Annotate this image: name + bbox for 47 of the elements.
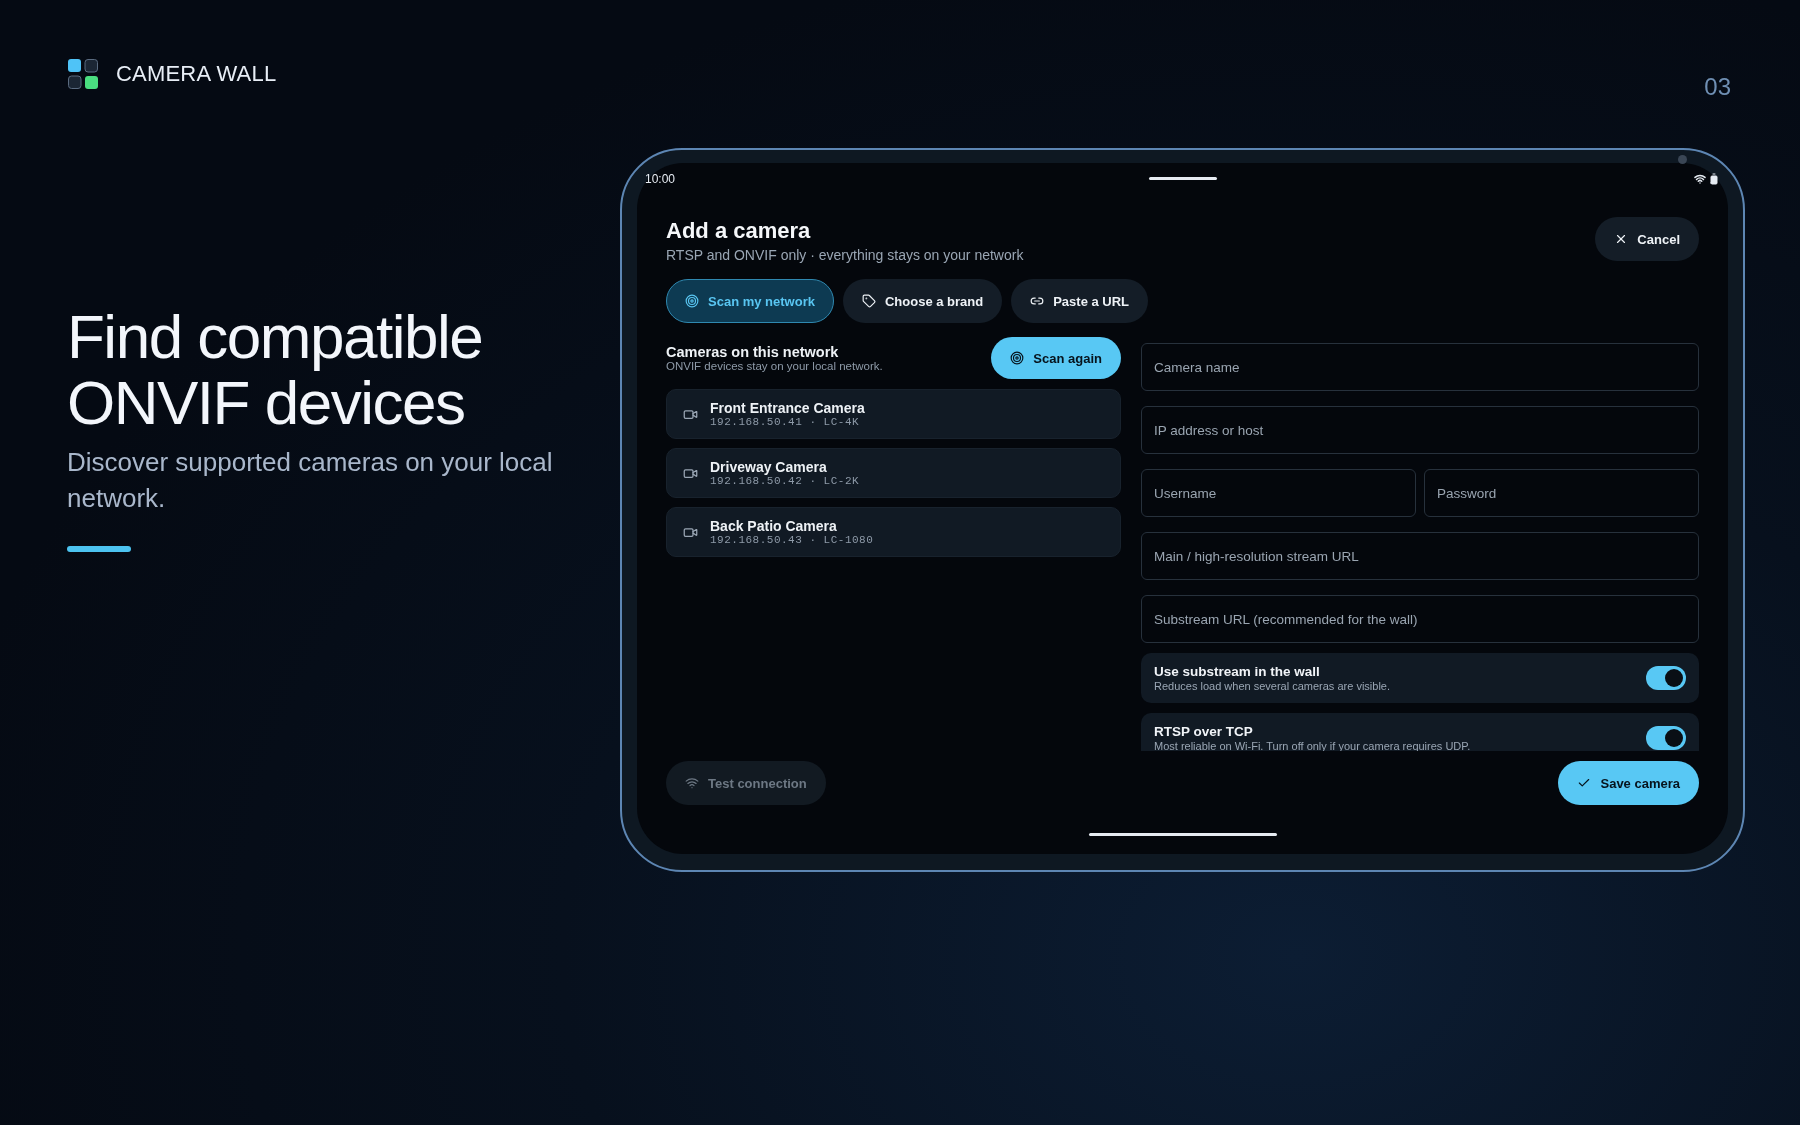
section-title: Cameras on this network [666,344,840,360]
tag-icon [861,294,876,308]
camera-name: Back Patio Camera [710,518,838,534]
page-number: 03 [1704,73,1731,101]
text-field[interactable]: Username [1141,469,1416,517]
scan-again-button[interactable]: Scan again [991,337,1121,379]
camera-list-item[interactable]: Back Patio Camera 192.168.50.43 · LC-1080 [666,507,1121,557]
dialog-title: Add a camera [666,217,812,245]
hero-subtitle: Discover supported cameras on your local network. [67,446,554,515]
wifi-icon [1694,173,1706,185]
hero-title: Find compatible ONVIF devices [67,304,484,436]
dialog-subtitle: RTSP and ONVIF only · everything stays on your network [666,247,1024,263]
save-camera-button[interactable]: Save camera [1558,761,1699,805]
mode-tab[interactable]: Scan my network [666,279,834,323]
toggle-title: RTSP over TCP [1154,724,1254,740]
text-field[interactable]: Main / high-resolution stream URL [1141,532,1699,580]
toggle-description: Reduces load when several cameras are visible. [1154,680,1390,692]
camera-detail: 192.168.50.41 · LC-4K [710,416,861,428]
text-field[interactable]: Substream URL (recommended for the wall) [1141,595,1699,643]
check-icon [1577,776,1592,790]
text-field[interactable]: Camera name [1141,343,1699,391]
target-icon [685,294,699,308]
section-subtitle: ONVIF devices stay on your local network. [666,360,883,372]
target-icon [1010,351,1025,365]
text-field[interactable]: Password [1424,469,1699,517]
status-pill [1148,177,1217,180]
mode-tab[interactable]: Paste a URL [1011,279,1149,323]
camera-list-item[interactable]: Driveway Camera 192.168.50.42 · LC-2K [666,448,1121,498]
camera-name: Driveway Camera [710,459,828,475]
toggle-title: Use substream in the wall [1154,664,1321,680]
text-field[interactable]: IP address or host [1141,406,1699,454]
grid-logo-icon [67,58,99,90]
toggle-switch[interactable] [1646,726,1686,750]
status-time: 10:00 [645,172,676,186]
accent-bar [67,546,131,552]
camera-name: Front Entrance Camera [710,400,865,416]
mode-tab[interactable]: Choose a brand [842,279,1003,323]
brand-name: CAMERA WALL [116,61,277,87]
camera-detail: 192.168.50.43 · LC-1080 [710,534,874,546]
front-camera-dot [1678,155,1687,164]
link-icon [1030,294,1045,308]
camera-detail: 192.168.50.42 · LC-2K [710,475,860,487]
toggle-switch[interactable] [1646,666,1686,690]
battery-icon [1708,173,1720,185]
cancel-button[interactable]: Cancel [1595,217,1699,261]
camera-list-item[interactable]: Front Entrance Camera 192.168.50.41 · LC-4K [666,389,1121,439]
wifi-icon [685,776,699,790]
